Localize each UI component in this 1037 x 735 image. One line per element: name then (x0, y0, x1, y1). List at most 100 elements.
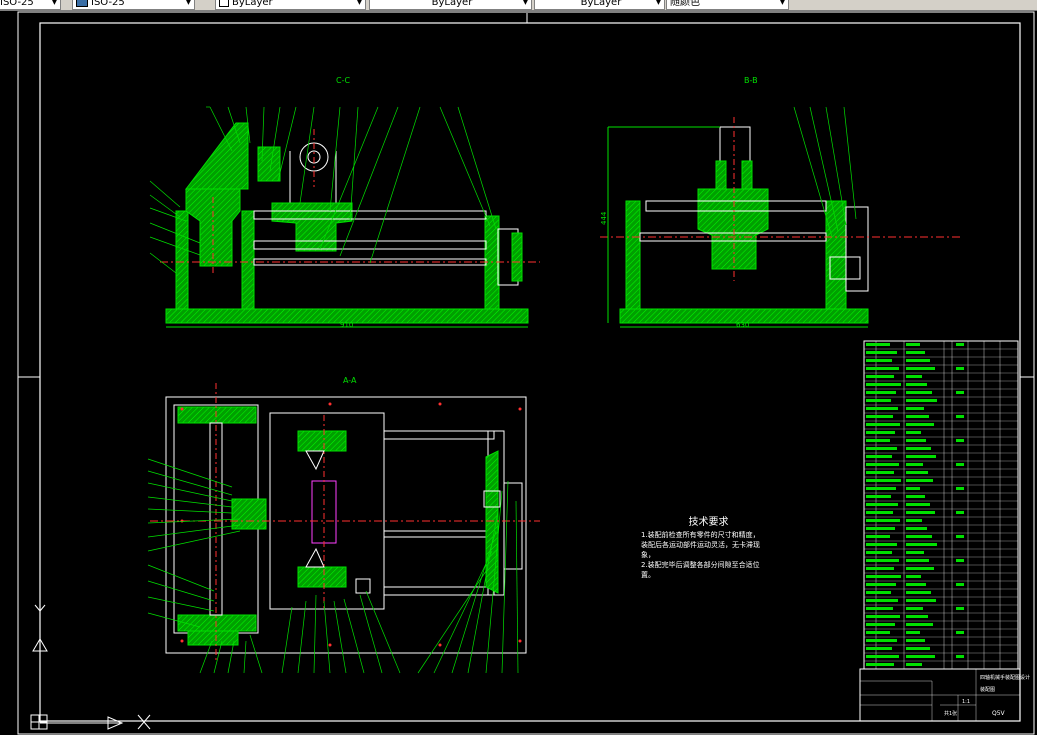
aa-motor-mount (187, 630, 239, 646)
aa-sensor-block (355, 578, 371, 594)
tech-requirements-title: 技术要求 (688, 517, 729, 528)
chevron-down-icon: ▼ (185, 0, 192, 6)
bom-cell-mark (906, 639, 925, 642)
bom-cell-mark (866, 351, 897, 354)
title-block-scale: 1:1 (962, 699, 970, 705)
bom-cell-mark (906, 367, 935, 370)
lineweight-dropdown[interactable]: ByLayer ▼ (534, 0, 665, 10)
cc-slider-carriage (271, 202, 353, 252)
bom-cell-mark (906, 455, 936, 458)
bom-cell-mark (866, 519, 900, 522)
bom-cell-mark (906, 407, 924, 410)
bom-cell-mark (906, 343, 920, 346)
bb-arm-clamp-left (715, 160, 727, 192)
dimension-style-dropdown[interactable]: ISO-25 ▼ (72, 0, 195, 10)
bom-cell-mark (906, 623, 933, 626)
bom-cell-mark (866, 535, 890, 538)
text-style-dropdown[interactable]: ISO-25 ▼ (0, 0, 61, 10)
cc-left-column (175, 210, 189, 310)
bom-cell-mark (906, 631, 920, 634)
aa-upper-finger (305, 450, 325, 471)
bom-cell-mark (906, 391, 932, 394)
bom-cell-mark (906, 583, 926, 586)
bb-right-column (825, 200, 847, 310)
bom-cell-mark (956, 535, 964, 538)
bom-cell-mark (866, 543, 897, 546)
technical-requirements-note: 技术要求 1.装配前检查所有零件的尺寸和精度，装配后各运动部件运动灵活，无卡滞现… (641, 518, 766, 580)
bom-cell-mark (866, 647, 892, 650)
bom-cell-mark (956, 631, 964, 634)
chevron-down-icon: ▼ (522, 0, 529, 6)
bom-cell-mark (906, 383, 927, 386)
bom-cell-mark (866, 599, 898, 602)
cc-handwheel-rim (511, 232, 523, 282)
cc-guide-rail-mid (253, 240, 487, 250)
plot-style-dropdown[interactable]: 随颜色 ▼ (666, 0, 789, 10)
linetype-dropdown[interactable]: ByLayer ▼ (369, 0, 532, 10)
cc-support-bracket (184, 122, 249, 190)
aa-upper-clamp (297, 430, 347, 452)
chevron-down-icon: ▼ (356, 0, 363, 6)
bom-cell-mark (866, 399, 891, 402)
bom-cell-mark (906, 479, 933, 482)
bom-cell-mark (906, 567, 934, 570)
color-dropdown[interactable]: ByLayer ▼ (215, 0, 366, 10)
bom-cell-mark (906, 575, 921, 578)
bom-cell-mark (906, 431, 921, 434)
bom-cell-mark (956, 391, 964, 394)
bom-cell-mark (906, 359, 930, 362)
bom-cell-mark (906, 439, 926, 442)
bom-cell-mark (866, 591, 891, 594)
tech-requirement-2: 2.装配完毕后调整各部分间隙至合适位置。 (641, 561, 760, 579)
dimension-style-icon (76, 0, 88, 7)
bom-cell-mark (866, 343, 890, 346)
bom-cell-mark (956, 607, 964, 610)
aa-lower-clamp (297, 566, 347, 588)
bom-cell-mark (906, 375, 922, 378)
parts-list-table (863, 340, 1019, 670)
bom-cell-mark (866, 455, 892, 458)
bom-cell-mark (866, 527, 895, 530)
bom-cell-mark (866, 623, 895, 626)
aa-upper-rail (383, 430, 495, 440)
bom-cell-mark (906, 399, 937, 402)
bom-cell-mark (956, 511, 964, 514)
bom-cell-mark (906, 615, 928, 618)
chevron-down-icon: ▼ (779, 0, 786, 6)
bb-left-column (625, 200, 641, 310)
chevron-down-icon: ▼ (655, 0, 662, 6)
cc-width-dimension: 910 (340, 321, 353, 329)
bb-width-dimension: 630 (736, 321, 749, 329)
bom-cell-mark (906, 495, 925, 498)
bom-cell-mark (866, 447, 897, 450)
bom-cell-mark (906, 527, 927, 530)
bom-cell-mark (866, 639, 897, 642)
title-block-drawing-no: 装配图 (980, 686, 995, 693)
aa-bottom-bearing (177, 614, 257, 632)
aa-view-label: A-A (343, 376, 357, 385)
bom-cell-mark (906, 487, 920, 490)
cc-motor-block (257, 146, 281, 182)
bom-cell-mark (866, 439, 890, 442)
drawing-canvas[interactable]: 910 C-C 630 444 B-B A-A 四轴机械手装配图设计 装配图 1… (0, 11, 1037, 735)
aa-lower-finger (305, 547, 325, 568)
bom-cell-mark (906, 415, 929, 418)
chevron-down-icon: ▼ (51, 0, 58, 6)
bom-cell-mark (866, 631, 890, 634)
bom-cell-mark (956, 559, 964, 562)
bom-cell-mark (866, 407, 898, 410)
bom-cell-mark (866, 479, 901, 482)
bom-cell-mark (866, 359, 892, 362)
bom-cell-mark (906, 591, 931, 594)
bom-cell-mark (906, 599, 936, 602)
bom-cell-mark (906, 663, 922, 666)
bom-cell-mark (866, 511, 893, 514)
color-swatch-icon (219, 0, 229, 7)
bom-cell-mark (906, 471, 928, 474)
bom-cell-mark (906, 647, 930, 650)
bom-cell-mark (866, 559, 899, 562)
section-view-bb: 630 444 B-B (600, 76, 960, 329)
bb-handwheel (845, 206, 869, 292)
bom-cell-mark (956, 415, 964, 418)
bom-cell-mark (956, 583, 964, 586)
